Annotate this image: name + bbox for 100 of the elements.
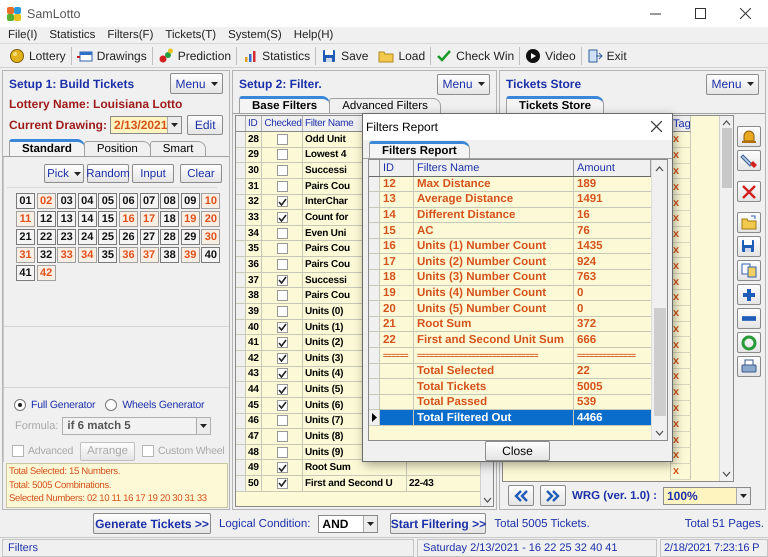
number-button[interactable]: 27 [140, 229, 159, 246]
number-button[interactable]: 41 [16, 265, 35, 282]
number-button[interactable]: 22 [36, 229, 56, 246]
number-button[interactable]: 06 [118, 193, 138, 210]
number-button[interactable]: 35 [98, 247, 118, 264]
number-button[interactable]: 32 [36, 247, 56, 264]
menu-item[interactable]: Statistics [43, 29, 102, 41]
toolbar-button[interactable]: Check Win [431, 44, 520, 66]
checkbox[interactable] [276, 462, 288, 474]
close-icon[interactable] [740, 8, 751, 19]
checkbox[interactable] [276, 228, 288, 239]
checkbox[interactable] [276, 243, 288, 254]
date-dropdown[interactable]: 2/13/2021 [110, 116, 182, 134]
checkbox[interactable] [276, 400, 288, 411]
number-button[interactable]: 13 [57, 211, 76, 228]
tool-button[interactable] [737, 356, 761, 377]
checkbox[interactable] [276, 368, 288, 380]
number-button[interactable]: 38 [160, 247, 180, 264]
menu-button[interactable]: Menu [437, 74, 490, 94]
scroll-down-icon[interactable] [655, 430, 664, 436]
scroll-up-icon[interactable] [722, 120, 731, 126]
toolbar-button[interactable]: Load [373, 44, 430, 66]
toolbar-button[interactable]: Statistics [237, 44, 316, 66]
menu-button[interactable]: Menu [170, 73, 223, 94]
tab[interactable]: Tickets Store [506, 96, 604, 113]
scroll-down-icon[interactable] [482, 497, 492, 503]
menu-item[interactable]: File(I) [2, 29, 44, 41]
number-button[interactable]: 03 [57, 193, 76, 210]
checkbox[interactable] [276, 274, 288, 286]
tool-button[interactable] [737, 332, 761, 353]
number-button[interactable]: 07 [140, 193, 159, 210]
tool-button[interactable] [737, 150, 761, 171]
radio-button[interactable] [14, 399, 26, 412]
row-header[interactable] [369, 410, 380, 425]
column-header[interactable]: Filters Name [414, 160, 574, 176]
scroll-up-icon[interactable] [655, 166, 664, 172]
number-button[interactable]: 23 [57, 229, 76, 246]
pick-button[interactable]: Pick [44, 164, 84, 184]
action-button[interactable]: Random [87, 164, 129, 184]
action-button[interactable]: Input [132, 164, 174, 184]
column-header[interactable]: ID [380, 160, 414, 176]
tool-button[interactable] [737, 181, 761, 202]
checkbox[interactable] [276, 415, 288, 426]
tool-button[interactable] [737, 212, 761, 233]
tool-button[interactable] [737, 308, 761, 329]
checkbox[interactable] [276, 430, 288, 442]
menu-item[interactable]: Tickets(T) [159, 29, 222, 41]
number-button[interactable]: 05 [98, 193, 118, 210]
tab[interactable]: Advanced Filters [329, 98, 441, 113]
action-button[interactable]: Clear [180, 164, 222, 184]
close-icon[interactable] [651, 121, 662, 132]
number-button[interactable]: 18 [160, 211, 180, 228]
menu-item[interactable]: Help(H) [288, 29, 340, 41]
tab[interactable]: Smart [150, 141, 206, 156]
selected-row[interactable]: Total Filtered Out 4466 [369, 410, 651, 426]
checkbox[interactable] [276, 352, 288, 364]
scroll-thumb[interactable] [654, 308, 666, 416]
column-header[interactable]: Tag [671, 116, 691, 132]
zoom-dropdown[interactable]: 100% [663, 486, 751, 504]
toolbar-button[interactable]: Save [316, 44, 374, 66]
number-button[interactable]: 26 [118, 229, 138, 246]
previous-page-button[interactable] [508, 485, 534, 506]
checkbox[interactable] [276, 290, 288, 302]
tab[interactable]: Standard [9, 139, 85, 156]
number-button[interactable]: 24 [78, 229, 97, 246]
edit-button[interactable]: Edit [187, 115, 223, 136]
toolbar-button[interactable]: Prediction [152, 44, 236, 66]
scrollbar[interactable] [719, 116, 733, 481]
scroll-down-icon[interactable] [722, 471, 731, 477]
tool-button[interactable] [737, 260, 761, 281]
number-button[interactable]: 12 [36, 211, 56, 228]
scroll-thumb[interactable] [722, 128, 732, 188]
column-header[interactable]: Checked [262, 116, 303, 131]
menu-item[interactable]: System(S) [222, 29, 288, 41]
scrollbar[interactable] [651, 160, 667, 440]
number-button[interactable]: 14 [78, 211, 97, 228]
close-button[interactable]: Close [485, 441, 550, 461]
menu-button[interactable]: Menu [706, 74, 759, 94]
tool-button[interactable] [737, 236, 761, 257]
number-button[interactable]: 40 [201, 247, 220, 264]
number-button[interactable]: 15 [98, 211, 118, 228]
tab[interactable]: Base Filters [239, 96, 330, 113]
checkbox[interactable] [276, 196, 288, 208]
number-button[interactable]: 29 [180, 229, 200, 246]
condition-dropdown[interactable]: AND [318, 514, 378, 532]
tool-button[interactable] [737, 284, 761, 305]
checkbox[interactable] [276, 258, 288, 270]
tab[interactable]: Filters Report [369, 140, 470, 158]
tool-button[interactable] [737, 126, 761, 147]
number-button[interactable]: 21 [16, 229, 35, 246]
next-page-button[interactable] [540, 485, 566, 506]
number-button[interactable]: 28 [160, 229, 180, 246]
number-button[interactable]: 01 [16, 193, 35, 210]
generate-button[interactable]: Generate Tickets >> [93, 513, 211, 534]
checkbox[interactable] [276, 322, 288, 332]
number-button[interactable]: 08 [160, 193, 180, 210]
number-button[interactable]: 25 [98, 229, 118, 246]
checkbox[interactable] [276, 384, 288, 396]
checkbox[interactable] [276, 149, 288, 160]
start-filtering-button[interactable]: Start Filtering >> [390, 513, 486, 534]
